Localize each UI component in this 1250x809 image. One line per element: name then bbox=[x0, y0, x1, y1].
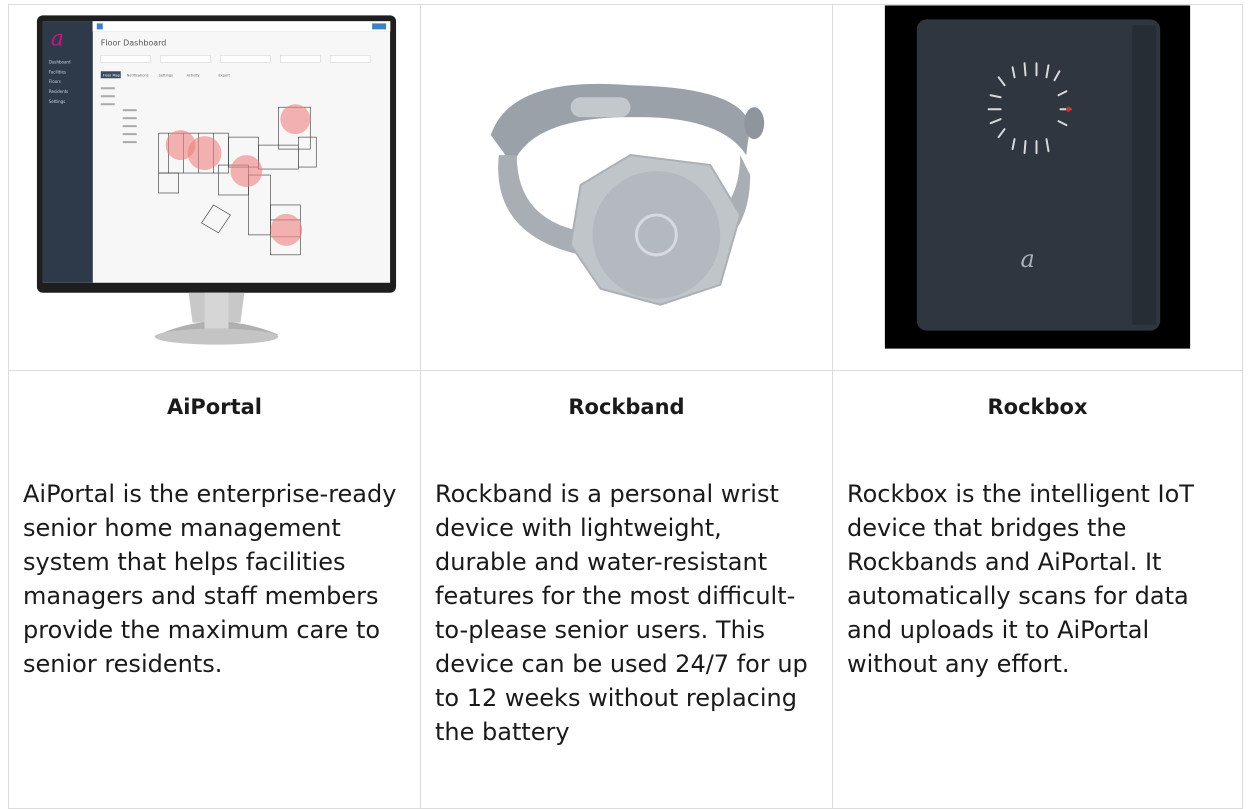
rockbox-image-cell: a bbox=[833, 5, 1243, 371]
portal-tab: Notifications bbox=[127, 73, 149, 77]
portal-nav-item: Floors bbox=[49, 79, 61, 84]
portal-tab: Activity bbox=[187, 73, 200, 77]
portal-dashboard-title: Floor Dashboard bbox=[101, 38, 167, 47]
portal-nav-item: Residents bbox=[49, 89, 68, 94]
rockband-image-cell bbox=[421, 5, 833, 371]
portal-nav-item: Facilities bbox=[49, 69, 66, 74]
product-title-rockbox: Rockbox bbox=[987, 395, 1088, 419]
portal-nav-item: Settings bbox=[49, 99, 65, 104]
aiportal-image-cell: a Dashboard Facilities Floors Residents … bbox=[9, 5, 421, 371]
product-description-aiportal: AiPortal is the enterprise-ready senior … bbox=[23, 480, 397, 678]
portal-tab: Settings bbox=[159, 73, 173, 77]
rockbox-text-cell: Rockbox Rockbox is the intelligent IoT d… bbox=[833, 371, 1243, 809]
monitor-image: a Dashboard Facilities Floors Residents … bbox=[36, 14, 397, 345]
portal-nav-item: Dashboard bbox=[49, 59, 71, 64]
rockband-text-cell: Rockband Rockband is a personal wrist de… bbox=[421, 371, 833, 809]
product-table: a Dashboard Facilities Floors Residents … bbox=[8, 4, 1243, 809]
product-description-rockbox: Rockbox is the intelligent IoT device th… bbox=[847, 480, 1194, 678]
product-description-rockband: Rockband is a personal wrist device with… bbox=[435, 480, 808, 746]
rockbox-image: a bbox=[884, 5, 1191, 349]
product-title-rockband: Rockband bbox=[568, 395, 685, 419]
aiportal-text-cell: AiPortal AiPortal is the enterprise-read… bbox=[9, 371, 421, 809]
product-title-aiportal: AiPortal bbox=[166, 395, 263, 419]
portal-tab: Floor Map bbox=[103, 73, 121, 77]
portal-tab: Export bbox=[218, 73, 230, 77]
rockbox-logo: a bbox=[1021, 244, 1035, 272]
portal-logo: a bbox=[51, 26, 64, 51]
wristband-image bbox=[490, 83, 765, 306]
